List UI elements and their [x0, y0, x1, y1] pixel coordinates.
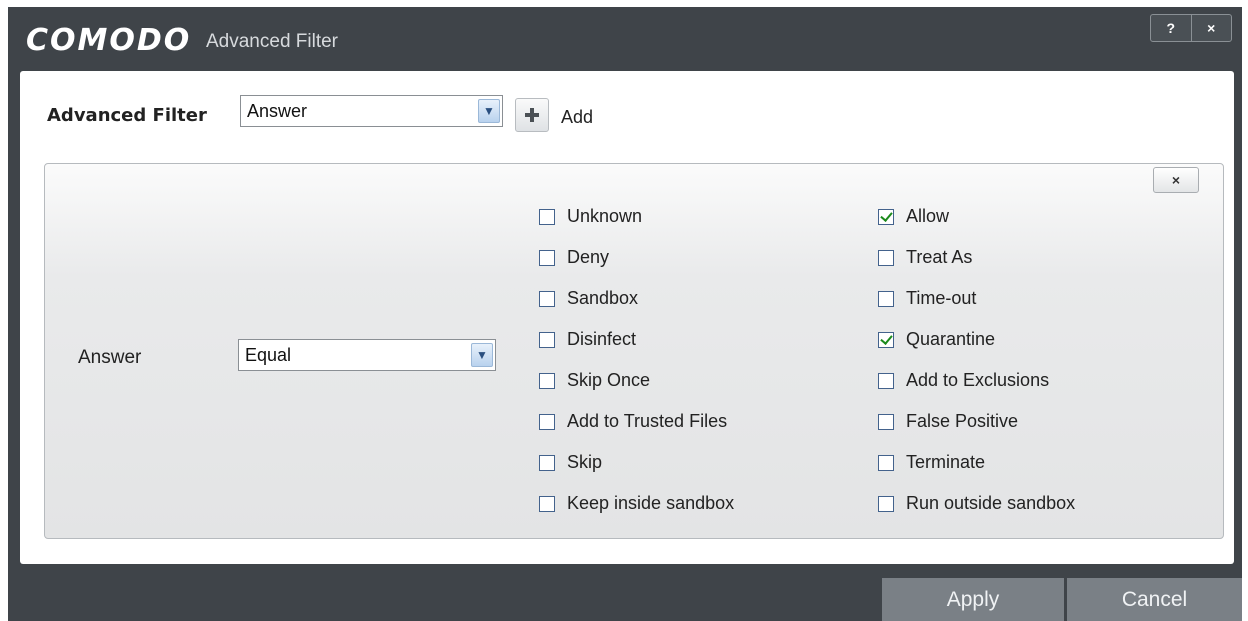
checkbox-unknown[interactable]: Unknown — [539, 206, 642, 227]
plus-icon — [525, 108, 539, 122]
help-button[interactable]: ? — [1151, 15, 1191, 41]
checkbox-keep-inside-sandbox[interactable]: Keep inside sandbox — [539, 493, 734, 514]
checkbox-disinfect[interactable]: Disinfect — [539, 329, 636, 350]
chevron-down-icon[interactable]: ▼ — [471, 343, 493, 367]
window-title: Advanced Filter — [206, 31, 339, 52]
checkbox-run-outside-sandbox[interactable]: Run outside sandbox — [878, 493, 1075, 514]
checkbox-skip-once[interactable]: Skip Once — [539, 370, 650, 391]
checkbox-deny[interactable]: Deny — [539, 247, 609, 268]
checkbox-terminate[interactable]: Terminate — [878, 452, 985, 473]
checkbox-label: Skip Once — [567, 370, 651, 390]
chevron-down-icon[interactable]: ▼ — [478, 99, 500, 123]
checkbox-label: Skip — [567, 452, 603, 472]
checkbox-box[interactable] — [878, 454, 894, 471]
checkbox-box[interactable] — [878, 249, 894, 266]
remove-condition-button[interactable]: × — [1153, 167, 1199, 193]
operator-value: Equal — [245, 345, 292, 365]
checkbox-quarantine[interactable]: Quarantine — [878, 329, 995, 350]
checkbox-false-positive[interactable]: False Positive — [878, 411, 1018, 432]
checkbox-treat-as[interactable]: Treat As — [878, 247, 972, 268]
add-filter-button[interactable] — [515, 98, 549, 132]
checkbox-box[interactable] — [878, 413, 894, 430]
checkbox-label: Sandbox — [567, 288, 639, 308]
checkbox-label: False Positive — [906, 411, 1019, 431]
checkbox-box[interactable] — [878, 208, 894, 225]
checkbox-label: Run outside sandbox — [906, 493, 1076, 513]
checkbox-add-to-trusted-files[interactable]: Add to Trusted Files — [539, 411, 727, 432]
operator-dropdown[interactable]: Equal ▼ — [238, 339, 496, 371]
filter-type-dropdown[interactable]: Answer ▼ — [240, 95, 503, 127]
advanced-filter-label: Advanced Filter — [47, 105, 207, 126]
checkbox-label: Treat As — [906, 247, 973, 267]
checkbox-box[interactable] — [539, 454, 555, 471]
checkbox-box[interactable] — [539, 331, 555, 348]
checkbox-skip[interactable]: Skip — [539, 452, 602, 473]
close-button[interactable]: × — [1190, 15, 1232, 41]
content-area: Advanced Filter Answer ▼ Add × Answer Eq… — [20, 71, 1234, 564]
condition-label: Answer — [78, 347, 142, 368]
cancel-button[interactable]: Cancel — [1067, 578, 1242, 621]
checkbox-label: Deny — [567, 247, 610, 267]
comodo-logo: COMODO — [26, 23, 192, 58]
add-filter-label[interactable]: Add — [561, 107, 593, 128]
checkbox-box[interactable] — [539, 413, 555, 430]
checkbox-label: Add to Exclusions — [906, 370, 1050, 390]
checkbox-label: Disinfect — [567, 329, 637, 349]
checkbox-box[interactable] — [539, 290, 555, 307]
checkbox-label: Keep inside sandbox — [567, 493, 735, 513]
checkbox-time-out[interactable]: Time-out — [878, 288, 976, 309]
advanced-filter-window: COMODO Advanced Filter ? × Advanced Filt… — [8, 7, 1242, 621]
checkbox-label: Time-out — [906, 288, 977, 308]
checkbox-label: Allow — [906, 206, 950, 226]
checkbox-box[interactable] — [878, 331, 894, 348]
checkbox-box[interactable] — [539, 208, 555, 225]
checkbox-box[interactable] — [539, 372, 555, 389]
checkbox-label: Quarantine — [906, 329, 996, 349]
checkbox-box[interactable] — [878, 290, 894, 307]
checkbox-sandbox[interactable]: Sandbox — [539, 288, 638, 309]
checkbox-add-to-exclusions[interactable]: Add to Exclusions — [878, 370, 1049, 391]
checkbox-box[interactable] — [539, 249, 555, 266]
checkbox-box[interactable] — [878, 372, 894, 389]
title-bar[interactable]: COMODO Advanced Filter ? × — [8, 7, 1242, 69]
checkbox-box[interactable] — [878, 495, 894, 512]
window-controls: ? × — [1150, 14, 1232, 42]
checkbox-label: Terminate — [906, 452, 986, 472]
checkbox-label: Unknown — [567, 206, 643, 226]
checkbox-label: Add to Trusted Files — [567, 411, 728, 431]
checkbox-box[interactable] — [539, 495, 555, 512]
filter-type-value: Answer — [247, 101, 308, 121]
checkbox-allow[interactable]: Allow — [878, 206, 949, 227]
apply-button[interactable]: Apply — [882, 578, 1064, 621]
